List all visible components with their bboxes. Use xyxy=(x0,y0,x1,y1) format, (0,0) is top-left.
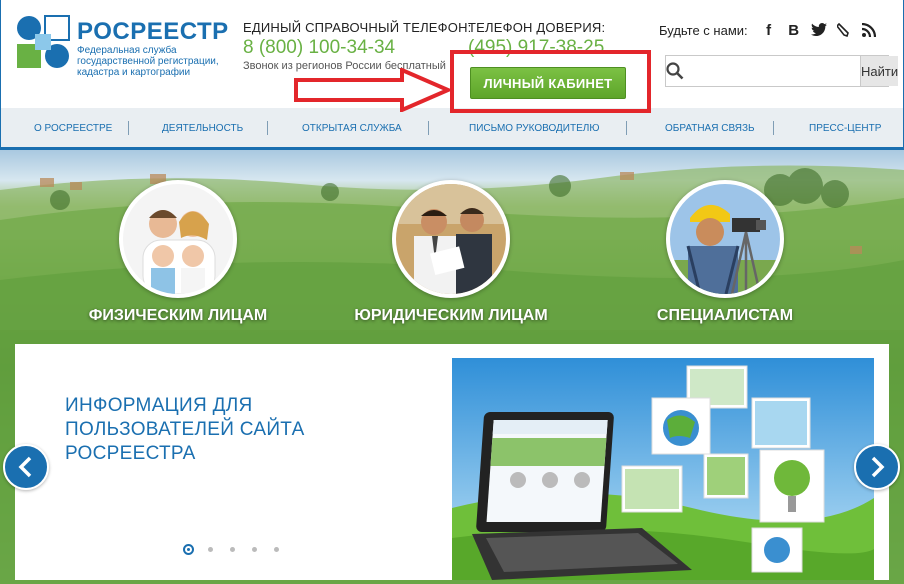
nav-separator xyxy=(428,121,429,135)
nav-separator xyxy=(626,121,627,135)
persona-label: ЮРИДИЧЕСКИМ ЛИЦАМ xyxy=(354,307,548,324)
search-input[interactable] xyxy=(684,56,860,86)
slider-next-button[interactable] xyxy=(854,444,900,490)
nav-item-open-service[interactable]: ОТКРЫТАЯ СЛУЖБА xyxy=(302,123,402,134)
hotline-number[interactable]: 8 (800) 100-34-34 xyxy=(243,37,463,59)
persona-label: СПЕЦИАЛИСТАМ xyxy=(656,307,794,324)
nav-separator xyxy=(267,121,268,135)
nav-separator xyxy=(773,121,774,135)
slider-dot[interactable] xyxy=(274,547,279,552)
persona-specialists[interactable]: СПЕЦИАЛИСТАМ xyxy=(605,180,845,325)
social-links: Будьте с нами: f B xyxy=(659,20,899,40)
livejournal-icon[interactable] xyxy=(835,21,853,39)
nav-item-feedback[interactable]: ОБРАТНАЯ СВЯЗЬ xyxy=(665,123,755,134)
nav-separator xyxy=(128,121,129,135)
slider-pagination xyxy=(183,544,296,555)
search-bar: Найти xyxy=(665,55,899,87)
main-navigation: О РОСРЕЕСТРЕ ДЕЯТЕЛЬНОСТЬ ОТКРЫТАЯ СЛУЖБ… xyxy=(0,108,904,150)
chevron-left-icon xyxy=(18,456,32,478)
nav-item-activity[interactable]: ДЕЯТЕЛЬНОСТЬ xyxy=(162,123,243,134)
persona-label: ФИЗИЧЕСКИМ ЛИЦАМ xyxy=(88,307,268,324)
search-icon xyxy=(666,56,684,86)
slider-dot[interactable] xyxy=(252,547,257,552)
logo-title: РОСРЕЕСТР xyxy=(77,18,229,45)
hotline-block: ЕДИНЫЙ СПРАВОЧНЫЙ ТЕЛЕФОН: 8 (800) 100-3… xyxy=(243,20,472,72)
chevron-right-icon xyxy=(871,456,885,478)
slide-title[interactable]: ИНФОРМАЦИЯ ДЛЯ ПОЛЬЗОВАТЕЛЕЙ САЙТА РОСРЕ… xyxy=(65,394,365,466)
slider-prev-button[interactable] xyxy=(3,444,49,490)
twitter-icon[interactable] xyxy=(810,21,828,39)
rss-icon[interactable] xyxy=(860,21,878,39)
nav-item-press-center[interactable]: ПРЕСС-ЦЕНТР xyxy=(809,123,881,134)
laptop-illustration-icon xyxy=(452,358,874,580)
facebook-icon[interactable]: f xyxy=(760,21,778,39)
slider-dot[interactable] xyxy=(208,547,213,552)
logo-subtitle: Федеральная служба государственной регис… xyxy=(77,45,219,78)
business-people-photo-icon xyxy=(392,180,510,298)
rosreestr-emblem-icon xyxy=(17,15,70,68)
surveyor-photo-icon xyxy=(666,180,784,298)
vkontakte-icon[interactable]: B xyxy=(785,21,803,39)
family-photo-icon xyxy=(119,180,237,298)
nav-item-about[interactable]: О РОСРЕЕСТРЕ xyxy=(34,123,112,134)
hotline-label: ЕДИНЫЙ СПРАВОЧНЫЙ ТЕЛЕФОН: xyxy=(243,20,472,35)
slider-dot-active[interactable] xyxy=(183,544,194,555)
persona-individuals[interactable]: ФИЗИЧЕСКИМ ЛИЦАМ xyxy=(58,180,298,325)
personal-cabinet-button[interactable]: ЛИЧНЫЙ КАБИНЕТ xyxy=(470,67,626,99)
search-button[interactable]: Найти xyxy=(860,56,899,86)
info-slider: ИНФОРМАЦИЯ ДЛЯ ПОЛЬЗОВАТЕЛЕЙ САЙТА РОСРЕ… xyxy=(15,344,889,580)
persona-legal-entities[interactable]: ЮРИДИЧЕСКИМ ЛИЦАМ xyxy=(331,180,571,325)
nav-item-letter-to-head[interactable]: ПИСЬМО РУКОВОДИТЕЛЮ xyxy=(469,123,599,134)
slider-dot[interactable] xyxy=(230,547,235,552)
trustline-label: ТЕЛЕФОН ДОВЕРИЯ: xyxy=(468,20,606,35)
red-arrow-annotation xyxy=(294,68,454,112)
rosreestr-logo[interactable]: РОСРЕЕСТР Федеральная служба государстве… xyxy=(15,12,228,92)
social-label: Будьте с нами: xyxy=(659,22,748,38)
hero-section: ФИЗИЧЕСКИМ ЛИЦАМ ЮРИДИЧЕСКИМ ЛИЦАМ СПЕЦИ… xyxy=(0,150,904,584)
